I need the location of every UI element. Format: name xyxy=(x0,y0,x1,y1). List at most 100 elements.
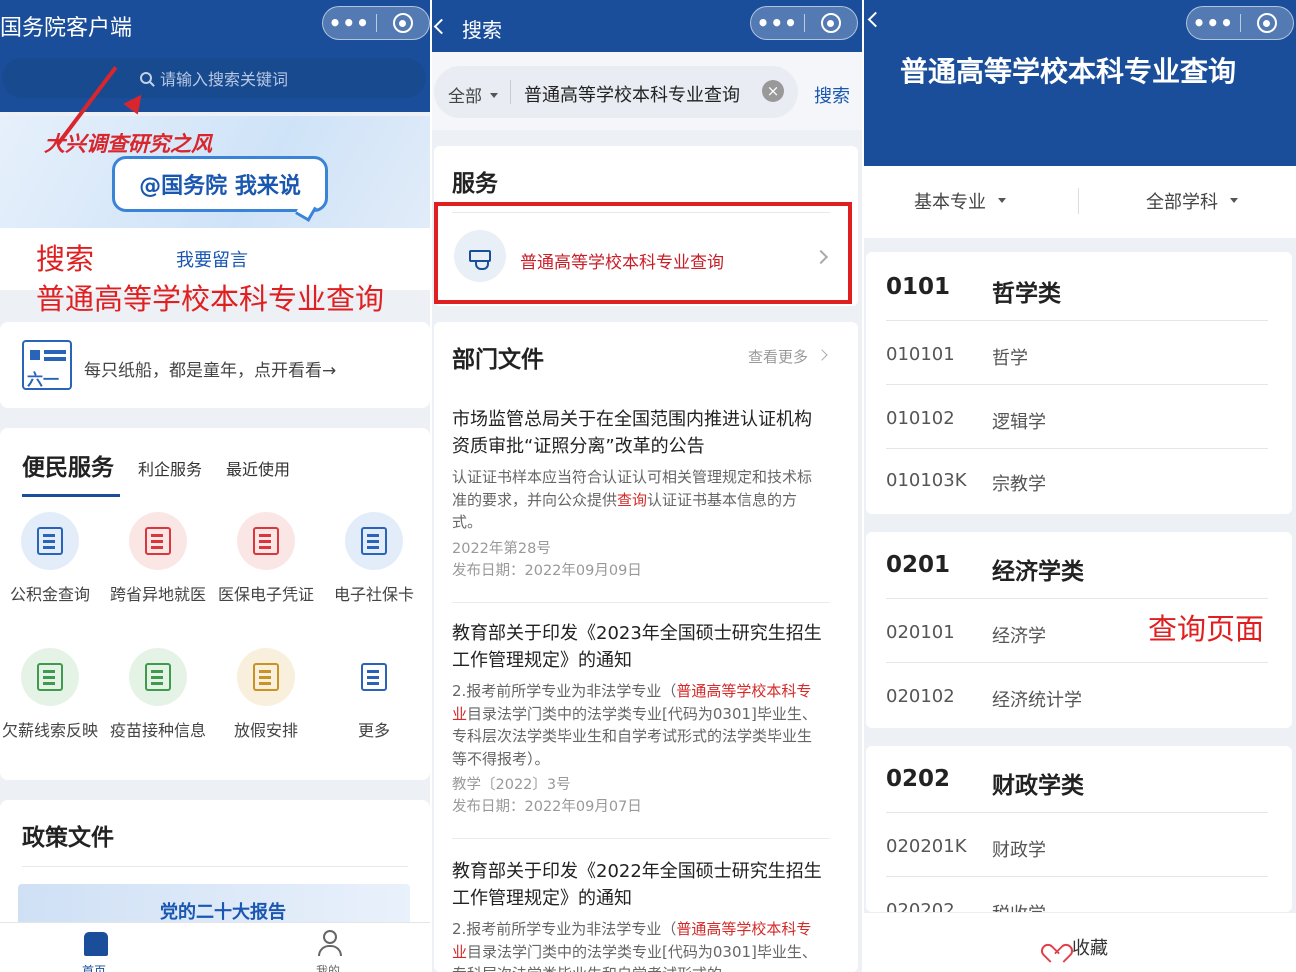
divider xyxy=(886,662,1268,663)
doc-item[interactable]: 教育部关于印发《2023年全国硕士研究生招生工作管理规定》的通知 2.报考前所学… xyxy=(452,620,824,818)
search-results-panel: 搜索 ••• 全部 普通高等学校本科专业查询 × 搜索 服务 普通高等学校本科专… xyxy=(432,0,862,972)
profile-icon[interactable] xyxy=(316,930,344,958)
major-name[interactable]: 逻辑学 xyxy=(992,408,1046,434)
service-item[interactable]: 疫苗接种信息 xyxy=(108,648,208,742)
annotation-search: 搜索 xyxy=(36,242,95,276)
mini-program-capsule[interactable]: ••• xyxy=(1186,6,1294,40)
service-label: 放假安排 xyxy=(233,721,298,740)
category-code: 0201 xyxy=(886,552,951,578)
category-name: 哲学类 xyxy=(992,281,1061,307)
children-day-icon: 六一 xyxy=(22,340,72,390)
scope-select[interactable]: 全部 xyxy=(448,82,482,107)
active-tab-indicator xyxy=(22,494,120,497)
major-name[interactable]: 财政学 xyxy=(992,836,1046,862)
service-item[interactable]: 放假安排 xyxy=(216,648,316,742)
social-card-icon xyxy=(345,512,403,570)
close-target-icon[interactable] xyxy=(1240,13,1293,33)
service-result-item[interactable]: 普通高等学校本科专业查询 xyxy=(520,248,724,273)
chevron-down-icon xyxy=(998,198,1006,203)
more-dots-icon[interactable]: ••• xyxy=(1187,8,1240,38)
major-code[interactable]: 020102 xyxy=(886,686,955,707)
category-code: 0101 xyxy=(886,274,951,300)
medical-icon xyxy=(129,512,187,570)
divider xyxy=(886,876,1268,877)
major-query-panel: ••• 普通高等学校本科专业查询 基本专业 全部学科 0101 哲学类 010101… xyxy=(864,0,1296,972)
service-item[interactable]: 公积金查询 xyxy=(0,512,100,606)
service-label: 公积金查询 xyxy=(9,585,90,604)
close-target-icon[interactable] xyxy=(376,13,429,33)
close-target-icon[interactable] xyxy=(804,13,857,33)
major-code[interactable]: 010102 xyxy=(886,408,955,429)
divider xyxy=(886,384,1268,385)
tab-citizen-services[interactable]: 便民服务 xyxy=(22,448,114,482)
search-button[interactable]: 搜索 xyxy=(814,82,850,108)
fund-query-icon xyxy=(21,512,79,570)
annotation-query: 普通高等学校本科专业查询 xyxy=(36,282,385,316)
more-dots-icon[interactable]: ••• xyxy=(751,8,804,38)
tab-recently-used[interactable]: 最近使用 xyxy=(226,456,290,480)
major-name[interactable]: 哲学 xyxy=(992,344,1028,370)
vaccine-icon xyxy=(129,648,187,706)
clear-icon[interactable]: × xyxy=(762,80,784,102)
major-code[interactable]: 020101 xyxy=(886,622,955,643)
gov-app-home-panel: 国务院客户端 ••• 请输入搜索关键词 大兴调查研究之风 @国务院 我来说 我要… xyxy=(0,0,430,972)
more-dots-icon[interactable]: ••• xyxy=(323,8,376,38)
search-input[interactable]: 请输入搜索关键词 xyxy=(2,58,426,98)
service-label: 疫苗接种信息 xyxy=(109,721,206,740)
mini-program-capsule[interactable]: ••• xyxy=(322,6,430,40)
banner-brand-text: 大兴调查研究之风 xyxy=(44,132,212,156)
category-name: 财政学类 xyxy=(992,773,1084,799)
major-name[interactable]: 宗教学 xyxy=(992,470,1046,496)
app-title: 国务院客户端 xyxy=(0,16,133,41)
service-label: 医保电子凭证 xyxy=(217,585,314,604)
search-query-value[interactable]: 普通高等学校本科专业查询 xyxy=(524,81,740,107)
doc-item[interactable]: 教育部关于印发《2022年全国硕士研究生招生工作管理规定》的通知 2.报考前所学… xyxy=(452,858,824,972)
home-icon[interactable] xyxy=(84,932,108,956)
tab-enterprise-services[interactable]: 利企服务 xyxy=(138,456,202,480)
search-placeholder: 请输入搜索关键词 xyxy=(159,70,288,89)
major-name[interactable]: 经济统计学 xyxy=(992,686,1082,712)
chevron-down-icon xyxy=(1230,198,1238,203)
divider xyxy=(886,598,1268,599)
policy-banner-text: 党的二十大报告 xyxy=(160,902,286,923)
filter-all-subjects[interactable]: 全部学科 xyxy=(1146,188,1218,214)
services-heading: 服务 xyxy=(452,171,498,197)
category-code: 0202 xyxy=(886,766,951,792)
category-name: 经济学类 xyxy=(992,559,1084,585)
tab-me[interactable]: 我的 xyxy=(316,962,340,972)
tab-home[interactable]: 首页 xyxy=(82,962,106,972)
banner-slogan: @国务院 我来说 xyxy=(112,156,328,212)
divider xyxy=(886,320,1268,321)
search-icon xyxy=(139,72,152,84)
major-name[interactable]: 经济学 xyxy=(992,622,1046,648)
major-code[interactable]: 010103K xyxy=(886,470,967,491)
heart-icon[interactable] xyxy=(1046,936,1064,952)
page-title: 普通高等学校本科专业查询 xyxy=(900,55,1237,88)
graduation-cap-icon xyxy=(454,230,506,282)
filter-basic-major[interactable]: 基本专业 xyxy=(914,188,986,214)
wage-report-icon xyxy=(21,648,79,706)
service-item[interactable]: 电子社保卡 xyxy=(324,512,424,606)
service-label: 电子社保卡 xyxy=(333,585,414,604)
bottom-tabbar xyxy=(0,922,430,972)
page-title: 搜索 xyxy=(462,18,502,42)
leave-message-link[interactable]: 我要留言 xyxy=(176,246,248,272)
service-item[interactable]: 医保电子凭证 xyxy=(216,512,316,606)
view-more-link[interactable]: 查看更多 xyxy=(748,346,808,367)
calendar-icon xyxy=(237,648,295,706)
service-label: 欠薪线索反映 xyxy=(1,721,98,740)
mini-program-capsule[interactable]: ••• xyxy=(750,6,858,40)
service-label: 更多 xyxy=(357,721,390,740)
service-label: 跨省异地就医 xyxy=(109,585,206,604)
service-item[interactable]: 更多 xyxy=(324,648,424,742)
chevron-down-icon xyxy=(490,93,498,98)
doc-item[interactable]: 市场监管总局关于在全国范围内推进认证机构资质审批“证照分离”改革的公告 认证证书… xyxy=(452,406,824,582)
major-code[interactable]: 010101 xyxy=(886,344,955,365)
service-item[interactable]: 欠薪线索反映 xyxy=(0,648,100,742)
policy-title: 政策文件 xyxy=(22,825,114,851)
docs-heading: 部门文件 xyxy=(452,347,544,373)
service-item[interactable]: 跨省异地就医 xyxy=(108,512,208,606)
annotation-query-page: 查询页面 xyxy=(1148,612,1265,646)
major-code[interactable]: 020201K xyxy=(886,836,967,857)
favorite-button[interactable]: 收藏 xyxy=(1072,934,1108,960)
